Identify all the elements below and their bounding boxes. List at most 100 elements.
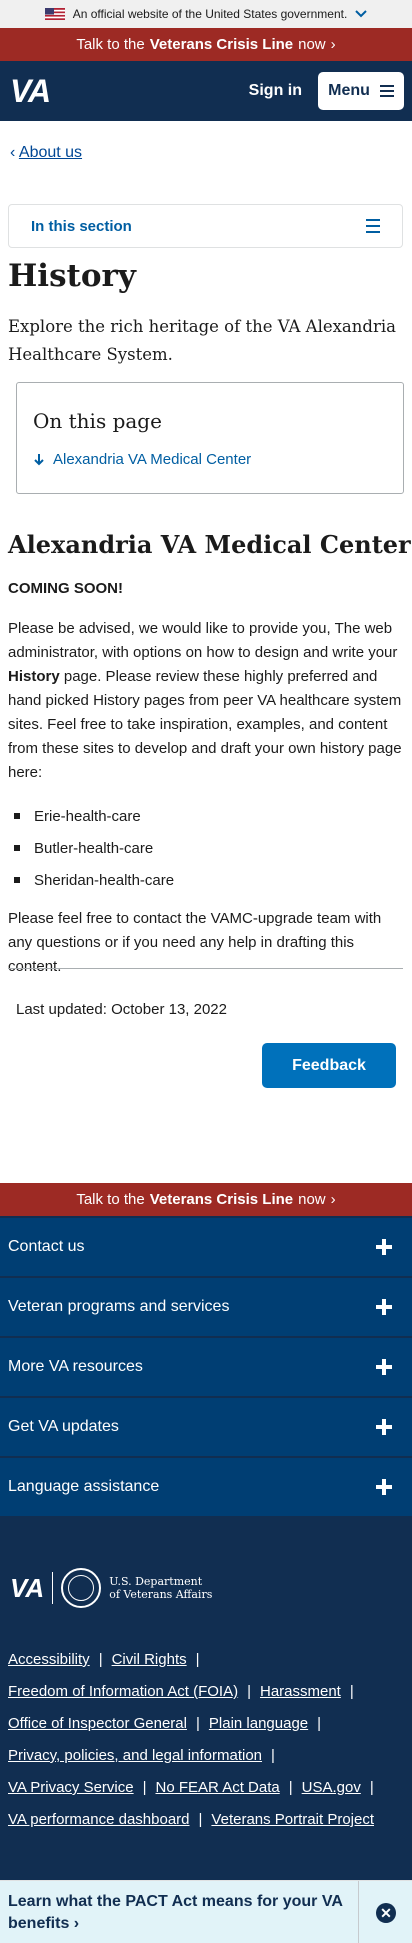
accordion-label: Get VA updates bbox=[8, 1418, 119, 1435]
link-separator: | bbox=[349, 1683, 354, 1700]
list-item[interactable]: Butler-health-care bbox=[14, 832, 174, 864]
footer-link-no-fear-act[interactable]: No FEAR Act Data bbox=[156, 1779, 280, 1796]
crisis-prefix: Talk to the bbox=[76, 1191, 145, 1208]
breadcrumb-about-us-link[interactable]: About us bbox=[19, 144, 82, 161]
link-separator: | bbox=[195, 1715, 200, 1732]
menu-label: Menu bbox=[328, 82, 370, 99]
section-heading: Alexandria VA Medical Center bbox=[8, 530, 411, 559]
gov-banner-text: An official website of the United States… bbox=[72, 7, 348, 21]
accordion-contact-us[interactable]: Contact us bbox=[0, 1218, 412, 1276]
footer-links-row: Accessibility | Civil Rights | bbox=[8, 1644, 406, 1676]
accordion-language-assistance[interactable]: Language assistance bbox=[0, 1458, 412, 1516]
footer-va-wordmark: VA bbox=[10, 1572, 45, 1603]
link-separator: | bbox=[198, 1811, 203, 1828]
hamburger-icon bbox=[366, 219, 380, 233]
footer-link-usa-gov[interactable]: USA.gov bbox=[302, 1779, 361, 1796]
close-icon[interactable]: ✕ bbox=[376, 1903, 396, 1923]
va-seal-icon bbox=[61, 1568, 102, 1608]
link-separator: | bbox=[98, 1651, 103, 1668]
footer-link-va-privacy-service[interactable]: VA Privacy Service bbox=[8, 1779, 134, 1796]
official-gov-banner[interactable]: An official website of the United States… bbox=[0, 0, 412, 28]
footer-link-privacy-policies[interactable]: Privacy, policies, and legal information bbox=[8, 1747, 262, 1764]
feedback-button[interactable]: Feedback bbox=[262, 1043, 396, 1088]
site-header: VA Sign in Menu bbox=[0, 61, 412, 121]
list-item-label: Butler-health-care bbox=[34, 839, 154, 857]
crisis-prefix: Talk to the bbox=[76, 36, 145, 53]
plus-icon bbox=[376, 1359, 392, 1375]
accordion-label: More VA resources bbox=[8, 1358, 143, 1375]
dept-line-1: U.S. Department bbox=[109, 1575, 203, 1588]
accordion-label: Contact us bbox=[8, 1238, 85, 1255]
dept-line-2: of Veterans Affairs bbox=[109, 1588, 213, 1601]
bullet-icon bbox=[14, 813, 20, 819]
footer-link-foia[interactable]: Freedom of Information Act (FOIA) bbox=[8, 1683, 238, 1700]
footer-link-performance-dashboard[interactable]: VA performance dashboard bbox=[8, 1811, 190, 1828]
plus-icon bbox=[376, 1239, 392, 1255]
jump-link-alexandria[interactable]: Alexandria VA Medical Center bbox=[33, 451, 387, 468]
page-title: History bbox=[8, 258, 136, 294]
header-actions: Sign in Menu bbox=[249, 72, 404, 110]
pact-text: Learn what the PACT Act means for your V… bbox=[8, 1893, 343, 1932]
jump-link-label: Alexandria VA Medical Center bbox=[53, 451, 252, 468]
footer-link-portrait-project[interactable]: Veterans Portrait Project bbox=[211, 1811, 374, 1828]
divider bbox=[8, 968, 403, 969]
menu-button[interactable]: Menu bbox=[318, 72, 404, 110]
accordion-label: Veteran programs and services bbox=[8, 1298, 230, 1315]
us-flag-icon bbox=[44, 8, 65, 20]
accordion-veteran-programs[interactable]: Veteran programs and services bbox=[0, 1278, 412, 1336]
crisis-line-name: Veterans Crisis Line bbox=[149, 36, 294, 53]
footer-links-row: Office of Inspector General | Plain langua… bbox=[8, 1708, 406, 1740]
list-item-label: Erie-health-care bbox=[34, 807, 141, 825]
footer-links-row: VA performance dashboard | Veterans Portra… bbox=[8, 1804, 406, 1836]
bullet-icon bbox=[14, 877, 20, 883]
crisis-suffix: now bbox=[298, 36, 326, 53]
footer-link-harassment[interactable]: Harassment bbox=[260, 1683, 341, 1700]
list-item[interactable]: Erie-health-care bbox=[14, 800, 174, 832]
list-item[interactable]: Sheridan-health-care bbox=[14, 864, 174, 896]
pact-act-banner: Learn what the PACT Act means for your V… bbox=[0, 1880, 412, 1943]
footer-link-oig[interactable]: Office of Inspector General bbox=[8, 1715, 187, 1732]
plus-icon bbox=[376, 1299, 392, 1315]
on-this-page-box: On this page Alexandria VA Medical Cente… bbox=[16, 382, 404, 494]
footer-links: Accessibility | Civil Rights | Freedom of I… bbox=[8, 1644, 406, 1836]
chevron-right-icon: › bbox=[73, 1915, 80, 1932]
footer-link-civil-rights[interactable]: Civil Rights bbox=[112, 1651, 187, 1668]
accordion-get-va-updates[interactable]: Get VA updates bbox=[0, 1398, 412, 1456]
on-this-page-heading: On this page bbox=[33, 409, 162, 433]
link-separator: | bbox=[369, 1779, 374, 1796]
para-part-b: page. Please review these highly preferr… bbox=[8, 668, 402, 781]
link-separator: | bbox=[271, 1747, 275, 1764]
crisis-line-name: Veterans Crisis Line bbox=[149, 1191, 294, 1208]
accordion-more-va-resources[interactable]: More VA resources bbox=[0, 1338, 412, 1396]
in-this-section-button[interactable]: In this section bbox=[8, 204, 403, 248]
footer-link-accessibility[interactable]: Accessibility bbox=[8, 1651, 90, 1668]
footer-links-row: Privacy, policies, and legal information… bbox=[8, 1740, 406, 1772]
footer-links-row: VA Privacy Service | No FEAR Act Data | USA.… bbox=[8, 1772, 406, 1804]
content-paragraph: Please be advised, we would like to prov… bbox=[8, 617, 406, 785]
link-separator: | bbox=[142, 1779, 147, 1796]
footer-crisis-line-bar[interactable]: Talk to the Veterans Crisis Line now › bbox=[0, 1183, 412, 1216]
link-separator: | bbox=[195, 1651, 200, 1668]
link-separator: | bbox=[288, 1779, 293, 1796]
va-logo[interactable]: VA bbox=[10, 73, 51, 110]
list-item-label: Sheridan-health-care bbox=[34, 871, 175, 889]
footer-links-row: Freedom of Information Act (FOIA) | Harass… bbox=[8, 1676, 406, 1708]
hamburger-icon bbox=[379, 85, 394, 97]
coming-soon-text: COMING SOON! bbox=[8, 580, 123, 597]
arrow-down-icon bbox=[34, 454, 44, 466]
crisis-suffix: now bbox=[298, 1191, 326, 1208]
footer-link-plain-language[interactable]: Plain language bbox=[209, 1715, 308, 1732]
veterans-crisis-line-bar[interactable]: Talk to the Veterans Crisis Line now › bbox=[0, 28, 412, 61]
logo-divider bbox=[52, 1572, 54, 1604]
pact-act-link[interactable]: Learn what the PACT Act means for your V… bbox=[8, 1891, 348, 1935]
breadcrumb: ‹ About us bbox=[10, 144, 82, 162]
link-separator: | bbox=[317, 1715, 322, 1732]
section-nav-label: In this section bbox=[31, 217, 132, 235]
sign-in-link[interactable]: Sign in bbox=[249, 82, 302, 100]
chevron-right-icon: › bbox=[330, 1191, 336, 1208]
chevron-right-icon: › bbox=[330, 36, 336, 53]
footer-va-logo[interactable]: VA U.S. Department of Veterans Affairs bbox=[10, 1568, 212, 1608]
bullet-icon bbox=[14, 845, 20, 851]
plus-icon bbox=[376, 1419, 392, 1435]
para-bold-history: History bbox=[8, 668, 60, 685]
